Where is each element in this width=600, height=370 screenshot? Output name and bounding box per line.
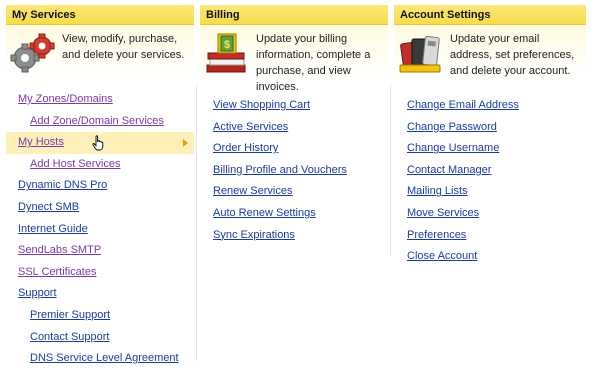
link-move-services[interactable]: Move Services <box>394 203 586 225</box>
my-services-panel: My Services View, modify, purchase, and … <box>6 5 197 364</box>
billing-panel: Billing $ Update your billing informatio… <box>200 5 391 255</box>
link-my-zones-domains[interactable]: My Zones/Domains <box>6 89 194 111</box>
link-ssl-certificates[interactable]: SSL Certificates <box>6 262 194 284</box>
billing-description: Update your billing information, complet… <box>256 33 371 93</box>
svg-text:$: $ <box>224 39 230 51</box>
link-change-email-address[interactable]: Change Email Address <box>394 95 586 117</box>
dollar-books-icon: $ <box>206 33 246 73</box>
link-renew-services[interactable]: Renew Services <box>200 181 388 203</box>
billing-intro: $ Update your billing information, compl… <box>200 25 388 93</box>
my-services-intro: View, modify, purchase, and delete your … <box>6 25 194 85</box>
my-services-links: My Zones/Domains Add Zone/Domain Service… <box>6 85 194 370</box>
link-sendlabs-smtp[interactable]: SendLabs SMTP <box>6 240 194 262</box>
link-auto-renew-settings[interactable]: Auto Renew Settings <box>200 203 388 225</box>
link-view-shopping-cart[interactable]: View Shopping Cart <box>200 95 388 117</box>
link-dns-service-level-agreement[interactable]: DNS Service Level Agreement <box>6 348 194 370</box>
link-support[interactable]: Support <box>6 283 194 305</box>
link-change-password[interactable]: Change Password <box>394 117 586 139</box>
link-sync-expirations[interactable]: Sync Expirations <box>200 225 388 247</box>
billing-links: View Shopping Cart Active Services Order… <box>200 85 388 246</box>
link-add-zone-domain-services[interactable]: Add Zone/Domain Services <box>6 111 194 133</box>
column-divider <box>196 85 197 361</box>
account-settings-panel: Account Settings Update your email addre… <box>394 5 586 262</box>
link-dynect-smb[interactable]: Dynect SMB <box>6 197 194 219</box>
link-dynamic-dns-pro[interactable]: Dynamic DNS Pro <box>6 175 194 197</box>
link-internet-guide[interactable]: Internet Guide <box>6 219 194 241</box>
id-cards-icon <box>399 36 441 73</box>
hand-pointer-icon <box>92 135 104 151</box>
my-services-description: View, modify, purchase, and delete your … <box>62 33 185 61</box>
gears-icon <box>10 33 55 73</box>
submenu-arrow-icon <box>183 139 188 148</box>
link-my-hosts[interactable]: My Hosts <box>6 132 194 154</box>
account-settings-intro: Update your email address, set preferenc… <box>394 25 586 85</box>
my-services-title: My Services <box>6 5 194 25</box>
billing-title: Billing <box>200 5 388 25</box>
link-add-host-services[interactable]: Add Host Services <box>6 154 194 176</box>
link-billing-profile-vouchers[interactable]: Billing Profile and Vouchers <box>200 160 388 182</box>
link-mailing-lists[interactable]: Mailing Lists <box>394 181 586 203</box>
account-settings-links: Change Email Address Change Password Cha… <box>394 85 586 268</box>
link-change-username[interactable]: Change Username <box>394 138 586 160</box>
link-premier-support[interactable]: Premier Support <box>6 305 194 327</box>
link-order-history[interactable]: Order History <box>200 138 388 160</box>
link-close-account[interactable]: Close Account <box>394 246 586 268</box>
link-preferences[interactable]: Preferences <box>394 225 586 247</box>
account-settings-description: Update your email address, set preferenc… <box>450 33 575 77</box>
link-contact-manager[interactable]: Contact Manager <box>394 160 586 182</box>
link-active-services[interactable]: Active Services <box>200 117 388 139</box>
link-contact-support[interactable]: Contact Support <box>6 327 194 349</box>
account-settings-title: Account Settings <box>394 5 586 25</box>
column-divider <box>390 85 391 255</box>
